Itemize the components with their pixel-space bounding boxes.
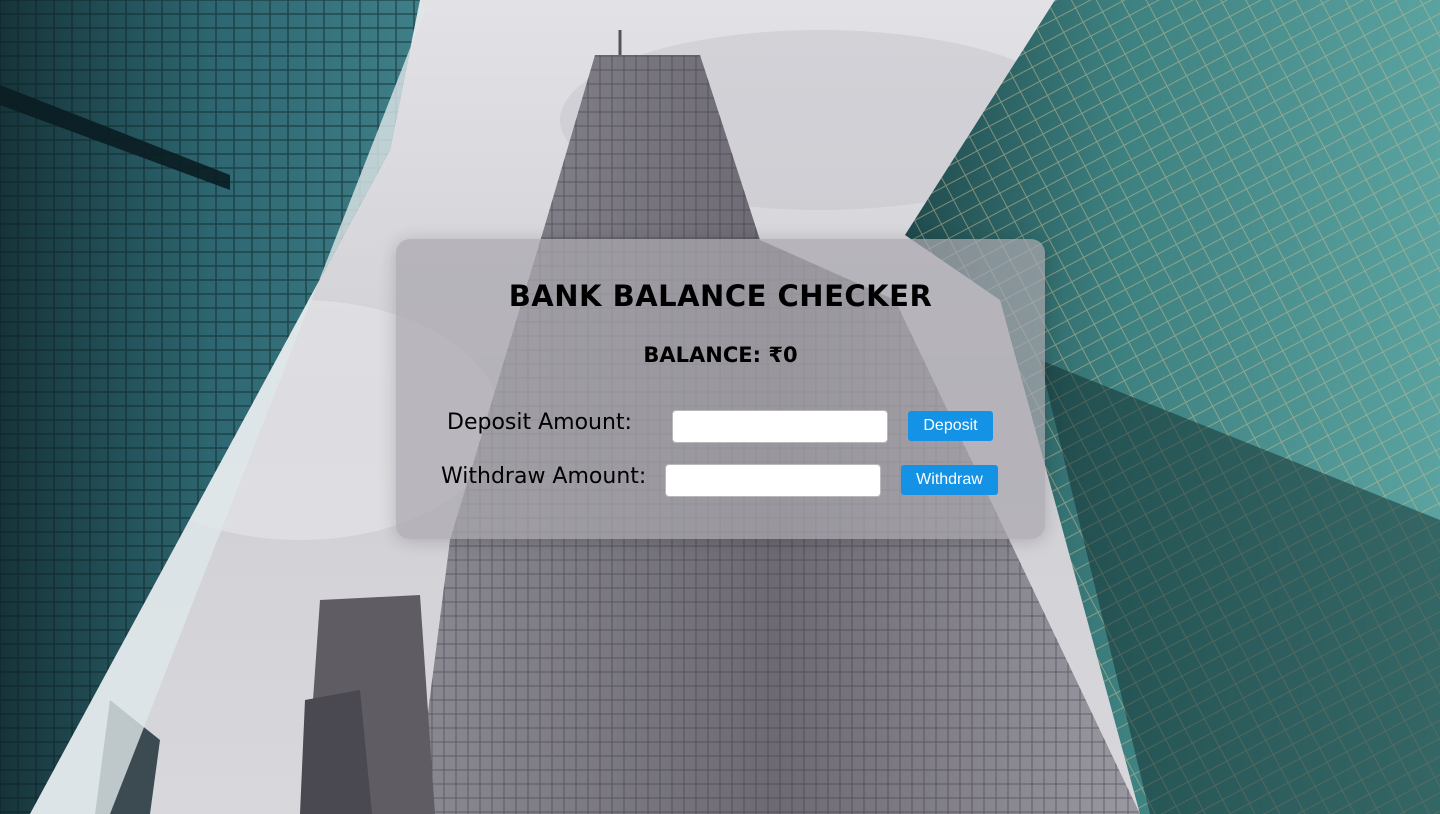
withdraw-button[interactable]: Withdraw <box>901 465 998 495</box>
balance-display: BALANCE: ₹0 <box>643 343 798 367</box>
page-title: BANK BALANCE CHECKER <box>508 279 933 313</box>
deposit-button[interactable]: Deposit <box>908 411 993 441</box>
withdraw-amount-label: Withdraw Amount: <box>441 464 647 489</box>
withdraw-amount-input[interactable] <box>665 464 881 497</box>
deposit-amount-input[interactable] <box>672 410 888 443</box>
deposit-amount-label: Deposit Amount: <box>447 410 632 435</box>
bank-card: BANK BALANCE CHECKER BALANCE: ₹0 Deposit… <box>396 239 1045 539</box>
